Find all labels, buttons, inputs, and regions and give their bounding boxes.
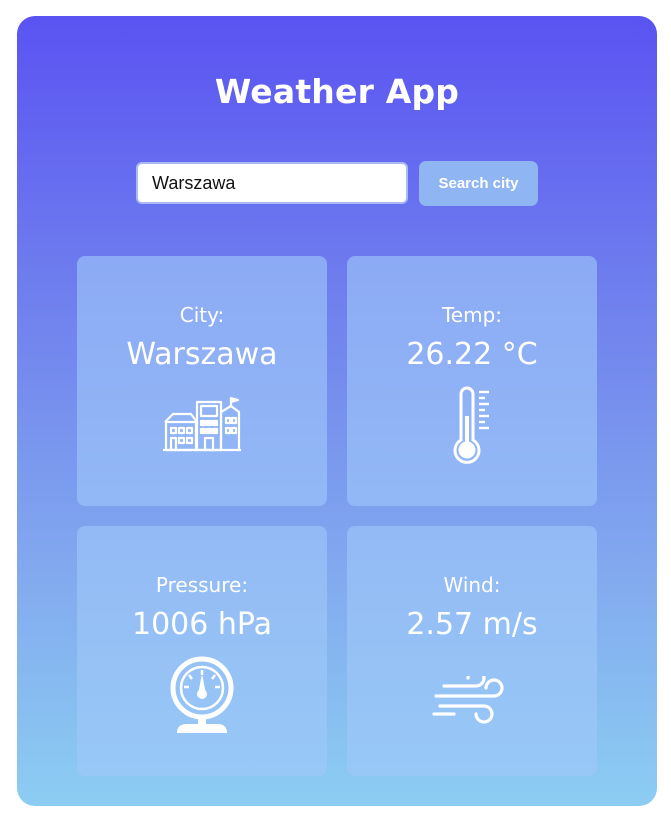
pressure-card: Pressure: 1006 hPa — [77, 526, 327, 776]
wind-label: Wind: — [443, 573, 501, 597]
city-search-input[interactable] — [136, 162, 408, 204]
temperature-card: Temp: 26.22 °C — [347, 256, 597, 506]
city-card: City: Warszawa — [77, 256, 327, 506]
weather-app-panel: Weather App Search city City: Warszawa — [17, 16, 657, 806]
pressure-label: Pressure: — [155, 573, 249, 597]
app-title: Weather App — [214, 72, 460, 111]
wind-icon — [432, 676, 504, 724]
city-label: City: — [179, 303, 225, 327]
wind-card: Wind: 2.57 m/s — [347, 526, 597, 776]
temperature-label: Temp: — [441, 303, 503, 327]
thermometer-icon — [453, 386, 489, 464]
pressure-gauge-icon — [170, 656, 234, 733]
search-city-button[interactable]: Search city — [419, 161, 538, 206]
city-buildings-icon — [163, 396, 241, 452]
wind-value: 2.57 m/s — [406, 607, 538, 642]
temperature-value: 26.22 °C — [406, 337, 538, 372]
pressure-value: 1006 hPa — [131, 607, 273, 642]
search-bar: Search city — [17, 161, 657, 206]
city-value: Warszawa — [126, 337, 278, 372]
